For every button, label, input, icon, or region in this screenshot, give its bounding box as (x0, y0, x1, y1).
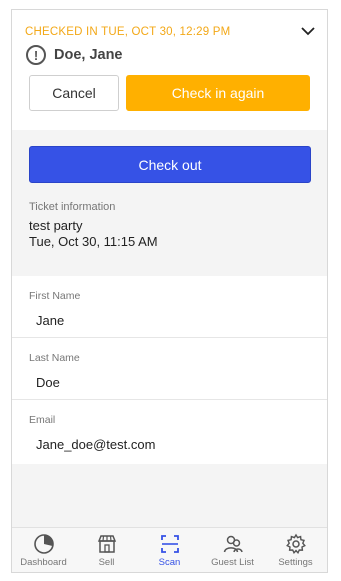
guest-list-icon (223, 535, 243, 553)
ticket-event-date: Tue, Oct 30, 11:15 AM (29, 234, 158, 249)
last-name-value: Doe (36, 375, 60, 390)
email-label: Email (29, 414, 56, 426)
first-name-value: Jane (36, 313, 65, 328)
email-value: Jane_doe@test.com (36, 437, 156, 452)
guest-details: First Name Jane Last Name Doe Email Jane… (12, 276, 327, 464)
tab-guest-list-label: Guest List (211, 557, 254, 568)
first-name-label: First Name (29, 290, 81, 302)
action-buttons: Cancel Check in again (29, 75, 310, 111)
app-frame: CHECKED IN TUE, OCT 30, 12:29 PM ! Doe, … (11, 9, 328, 573)
ticket-information-heading: Ticket information (29, 201, 116, 213)
tab-sell-label: Sell (98, 557, 115, 568)
checkin-header: CHECKED IN TUE, OCT 30, 12:29 PM ! Doe, … (12, 10, 327, 130)
scan-icon (160, 535, 179, 553)
guest-name-row: ! Doe, Jane (26, 45, 123, 65)
check-in-again-button[interactable]: Check in again (126, 75, 310, 111)
last-name-field: Last Name Doe (12, 338, 327, 400)
tab-scan[interactable]: Scan (138, 528, 201, 572)
store-icon (97, 535, 116, 553)
tab-settings[interactable]: Settings (264, 528, 327, 572)
ticket-event-name: test party (29, 218, 83, 233)
guest-name: Doe, Jane (54, 47, 123, 63)
ticket-section: Check out Ticket information test party … (12, 130, 327, 276)
gear-icon (285, 533, 306, 555)
bottom-tab-bar: Dashboard Sell Scan Guest List Settings (12, 527, 327, 572)
cancel-button[interactable]: Cancel (29, 75, 119, 111)
email-field: Email Jane_doe@test.com (12, 400, 327, 462)
last-name-label: Last Name (29, 352, 80, 364)
alert-icon: ! (26, 45, 46, 65)
tab-dashboard-label: Dashboard (20, 557, 67, 568)
checkin-status-text: CHECKED IN TUE, OCT 30, 12:29 PM (25, 26, 231, 38)
check-out-button[interactable]: Check out (29, 146, 311, 183)
first-name-field: First Name Jane (12, 276, 327, 338)
tab-sell[interactable]: Sell (75, 528, 138, 572)
tab-scan-label: Scan (158, 557, 181, 568)
tab-dashboard[interactable]: Dashboard (12, 528, 75, 572)
empty-area (12, 464, 327, 529)
chevron-down-icon[interactable] (299, 24, 317, 38)
dashboard-icon (33, 534, 54, 554)
tab-guest-list[interactable]: Guest List (201, 528, 264, 572)
tab-settings-label: Settings (278, 557, 313, 568)
